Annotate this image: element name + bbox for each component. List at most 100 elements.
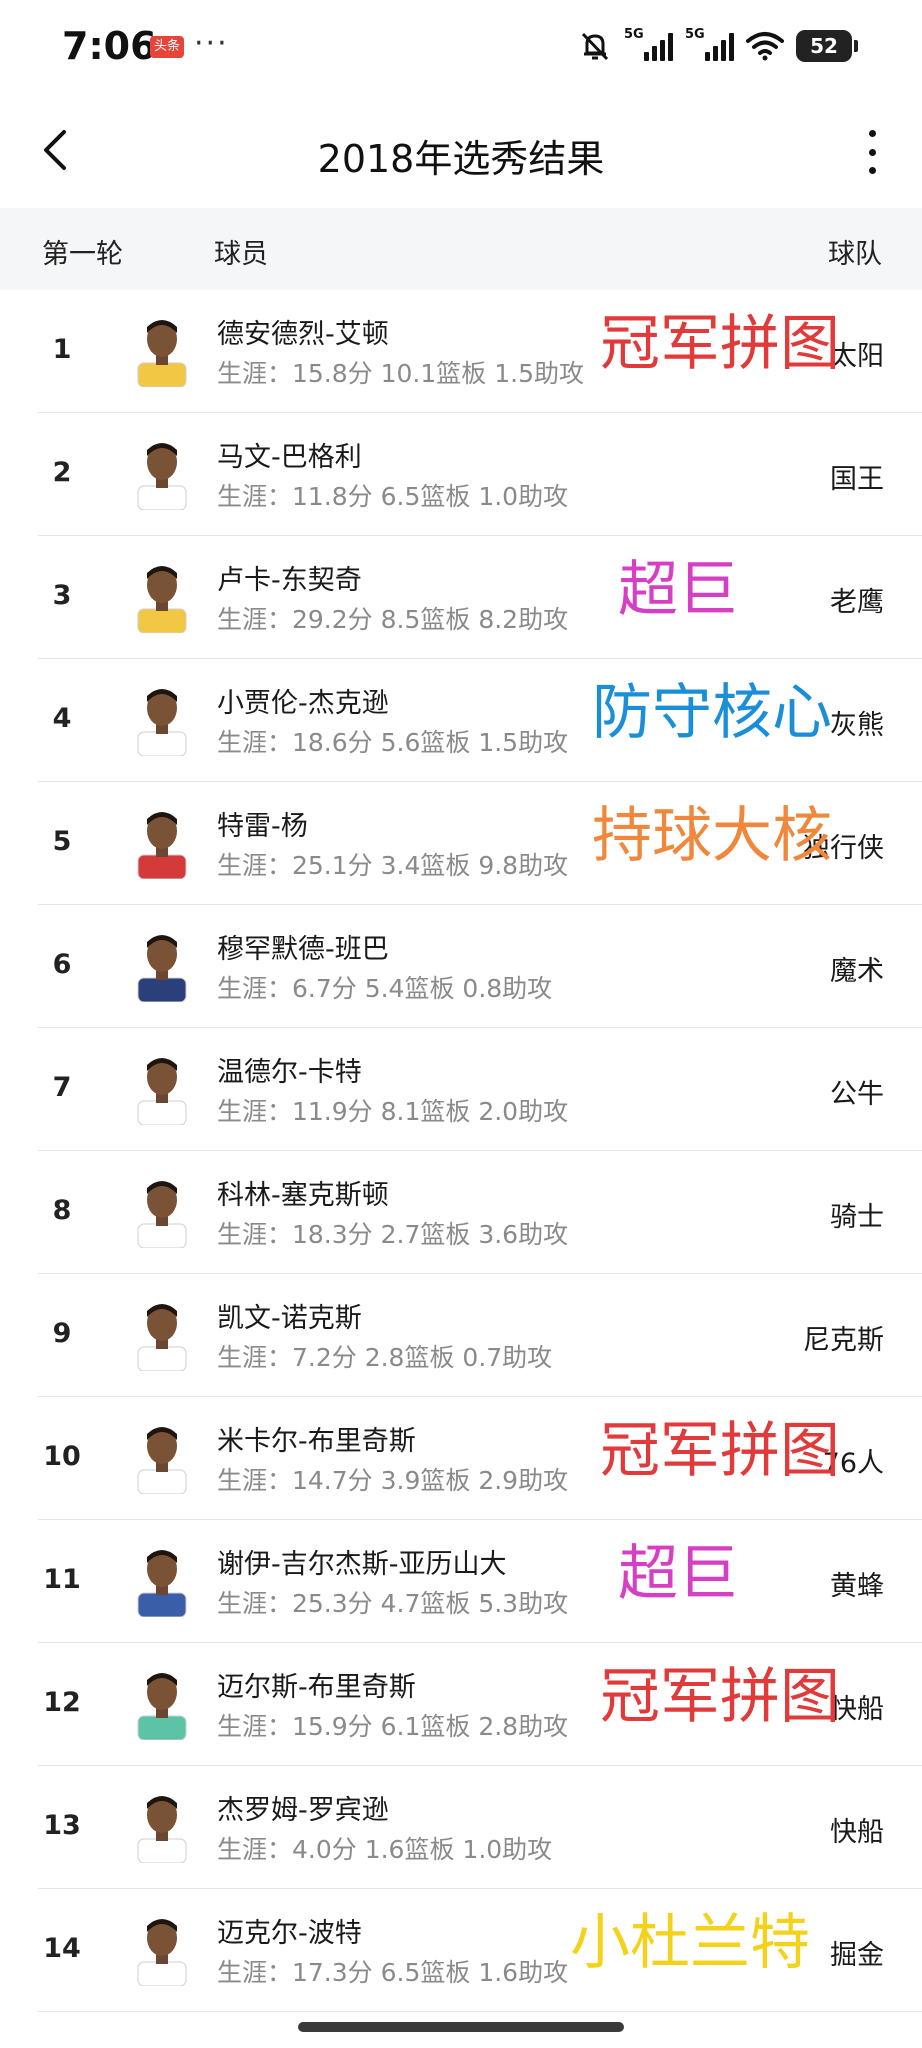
player-avatar <box>137 1673 187 1740</box>
player-name[interactable]: 科林-塞克斯顿 <box>217 1173 389 1212</box>
player-avatar <box>137 443 187 510</box>
pick-number: 1 <box>52 334 72 365</box>
annotation-label: 冠军拼图 <box>600 309 840 379</box>
team-name[interactable]: 老鹰 <box>830 580 884 619</box>
team-name[interactable]: 魔术 <box>830 949 884 988</box>
player-avatar <box>137 320 187 387</box>
team-name[interactable]: 尼克斯 <box>803 1318 884 1357</box>
career-stats: 生涯：7.2分 2.8篮板 0.7助攻 <box>217 1343 553 1372</box>
header-round: 第一轮 <box>42 239 123 270</box>
table-row[interactable]: 2 马文-巴格利生涯：11.8分 6.5篮板 1.0助攻 国王 <box>0 413 922 536</box>
table-row[interactable]: 3 卢卡-东契奇生涯：29.2分 8.5篮板 8.2助攻 老鹰 超巨 <box>0 536 922 659</box>
career-stats: 生涯：29.2分 8.5篮板 8.2助攻 <box>217 605 569 634</box>
pick-number: 12 <box>43 1687 81 1718</box>
career-stats: 生涯：11.8分 6.5篮板 1.0助攻 <box>217 482 569 511</box>
wifi-icon <box>746 32 784 61</box>
more-notifications-icon: ··· <box>194 26 229 61</box>
annotation-label: 超巨 <box>618 555 738 625</box>
career-stats: 生涯：15.9分 6.1篮板 2.8助攻 <box>217 1712 569 1741</box>
pick-number: 7 <box>52 1072 72 1103</box>
player-name[interactable]: 谢伊-吉尔杰斯-亚历山大 <box>217 1542 507 1581</box>
pick-number: 10 <box>43 1441 81 1472</box>
career-stats: 生涯：25.1分 3.4篮板 9.8助攻 <box>217 851 569 880</box>
player-avatar <box>137 566 187 633</box>
pick-number: 5 <box>52 826 72 857</box>
career-stats: 生涯：15.8分 10.1篮板 1.5助攻 <box>217 359 584 388</box>
player-avatar <box>137 1919 187 1986</box>
career-stats: 生涯：11.9分 8.1篮板 2.0助攻 <box>217 1097 569 1126</box>
pick-number: 13 <box>43 1810 81 1841</box>
annotation-label: 小杜兰特 <box>570 1908 810 1978</box>
battery-icon: 52 <box>796 30 858 62</box>
player-avatar <box>137 1550 187 1617</box>
team-name[interactable]: 骑士 <box>830 1195 884 1234</box>
home-indicator[interactable] <box>298 2022 624 2032</box>
team-name[interactable]: 黄蜂 <box>830 1564 884 1603</box>
table-row[interactable]: 6 穆罕默德-班巴生涯：6.7分 5.4篮板 0.8助攻 魔术 <box>0 905 922 1028</box>
player-avatar <box>137 1427 187 1494</box>
player-avatar <box>137 1796 187 1863</box>
player-avatar <box>137 1181 187 1248</box>
annotation-label: 冠军拼图 <box>600 1662 840 1732</box>
toutiao-app-icon: 头条 <box>150 36 184 58</box>
player-name[interactable]: 米卡尔-布里奇斯 <box>217 1419 416 1458</box>
player-name[interactable]: 温德尔-卡特 <box>217 1050 362 1089</box>
player-name[interactable]: 卢卡-东契奇 <box>217 558 362 597</box>
page-title: 2018年选秀结果 <box>317 137 605 181</box>
career-stats: 生涯：6.7分 5.4篮板 0.8助攻 <box>217 974 553 1003</box>
career-stats: 生涯：4.0分 1.6篮板 1.0助攻 <box>217 1835 553 1864</box>
signal-5g-2-icon: 5G <box>685 27 734 61</box>
player-name[interactable]: 马文-巴格利 <box>217 435 362 474</box>
annotation-label: 持球大核 <box>592 801 832 871</box>
header-player: 球员 <box>214 239 268 270</box>
pick-number: 8 <box>52 1195 72 1226</box>
table-row[interactable]: 4 小贾伦-杰克逊 生涯：18.6分 5.6篮板 1.5助攻 灰熊 防守核心 <box>0 659 922 782</box>
player-name[interactable]: 迈尔斯-布里奇斯 <box>217 1665 416 1704</box>
draft-list: 1 德安德烈-艾顿 生涯：15.8分 10.1篮板 1.5助攻 太阳 冠军拼图 2 马文-巴… <box>0 290 922 2012</box>
table-row[interactable]: 8 科林-塞克斯顿生涯：18.3分 2.7篮板 3.6助攻 骑士 <box>0 1151 922 1274</box>
mute-bell-icon <box>581 32 609 61</box>
pick-number: 14 <box>43 1933 81 1964</box>
table-header: 第一轮 球员 球队 <box>0 208 922 290</box>
header-team: 球队 <box>828 239 882 270</box>
table-row[interactable]: 7 温德尔-卡特生涯：11.9分 8.1篮板 2.0助攻 公牛 <box>0 1028 922 1151</box>
table-row[interactable]: 5 特雷-杨 生涯：25.1分 3.4篮板 9.8助攻 独行侠 持球大核 <box>0 782 922 905</box>
player-avatar <box>137 935 187 1002</box>
table-row[interactable]: 14 迈克尔-波特生涯：17.3分 6.5篮板 1.6助攻 掘金 小杜兰特 <box>0 1889 922 2012</box>
pick-number: 4 <box>52 703 72 734</box>
team-name[interactable]: 快船 <box>830 1810 884 1849</box>
player-avatar <box>137 1058 187 1125</box>
career-stats: 生涯：25.3分 4.7篮板 5.3助攻 <box>217 1589 569 1618</box>
status-bar: 7:06 头条 ··· 5G 5G 52 <box>0 0 922 92</box>
career-stats: 生涯：17.3分 6.5篮板 1.6助攻 <box>217 1958 569 1987</box>
player-name[interactable]: 迈克尔-波特 <box>217 1911 362 1950</box>
career-stats: 生涯：14.7分 3.9篮板 2.9助攻 <box>217 1466 569 1495</box>
table-row[interactable]: 10 米卡尔-布里奇斯 生涯：14.7分 3.9篮板 2.9助攻 76人 冠军拼图 <box>0 1397 922 1520</box>
player-name[interactable]: 凯文-诺克斯 <box>217 1296 362 1335</box>
player-name[interactable]: 小贾伦-杰克逊 <box>217 681 389 720</box>
team-name[interactable]: 灰熊 <box>830 703 884 742</box>
player-avatar <box>137 1304 187 1371</box>
signal-5g-1-icon: 5G <box>624 27 673 61</box>
table-row[interactable]: 13 杰罗姆-罗宾逊生涯：4.0分 1.6篮板 1.0助攻 快船 <box>0 1766 922 1889</box>
pick-number: 3 <box>52 580 72 611</box>
pick-number: 6 <box>52 949 72 980</box>
player-name[interactable]: 杰罗姆-罗宾逊 <box>217 1788 389 1827</box>
player-name[interactable]: 德安德烈-艾顿 <box>217 312 389 351</box>
player-name[interactable]: 穆罕默德-班巴 <box>217 927 389 966</box>
table-row[interactable]: 12 迈尔斯-布里奇斯 生涯：15.9分 6.1篮板 2.8助攻 快船 冠军拼图 <box>0 1643 922 1766</box>
pick-number: 2 <box>52 457 72 488</box>
career-stats: 生涯：18.3分 2.7篮板 3.6助攻 <box>217 1220 569 1249</box>
more-options-icon[interactable] <box>852 124 892 180</box>
player-name[interactable]: 特雷-杨 <box>217 804 308 843</box>
team-name[interactable]: 掘金 <box>830 1933 884 1972</box>
nav-bar: 2018年选秀结果 <box>0 110 922 190</box>
career-stats: 生涯：18.6分 5.6篮板 1.5助攻 <box>217 728 569 757</box>
pick-number: 9 <box>52 1318 72 1349</box>
table-row[interactable]: 9 凯文-诺克斯生涯：7.2分 2.8篮板 0.7助攻 尼克斯 <box>0 1274 922 1397</box>
team-name[interactable]: 公牛 <box>830 1072 884 1111</box>
table-row[interactable]: 1 德安德烈-艾顿 生涯：15.8分 10.1篮板 1.5助攻 太阳 冠军拼图 <box>0 290 922 413</box>
team-name[interactable]: 国王 <box>830 457 884 496</box>
annotation-label: 超巨 <box>618 1539 738 1609</box>
table-row[interactable]: 11 谢伊-吉尔杰斯-亚历山大 生涯：25.3分 4.7篮板 5.3助攻 黄蜂 超巨 <box>0 1520 922 1643</box>
